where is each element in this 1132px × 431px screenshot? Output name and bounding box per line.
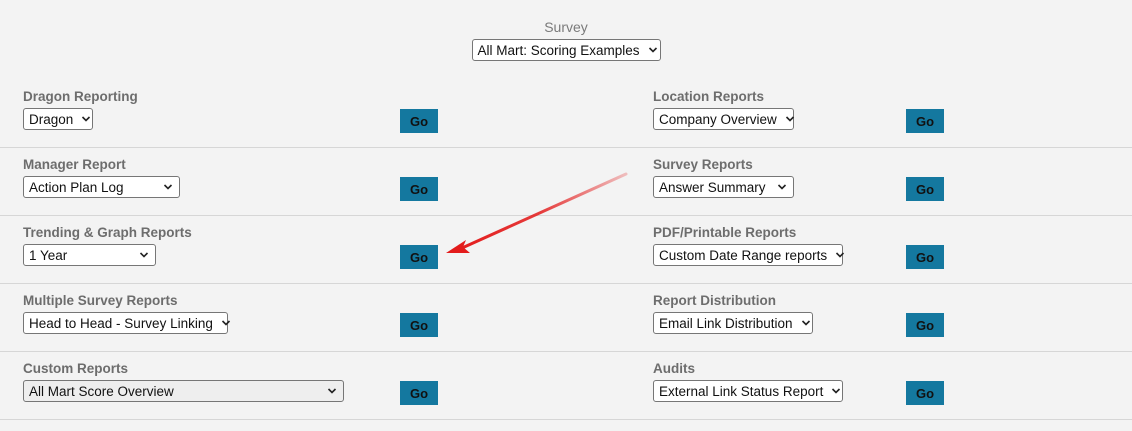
survey-reports-select[interactable]: Answer Summary <box>653 176 794 198</box>
manager-report-select[interactable]: Action Plan Log <box>23 176 180 198</box>
survey-reports-select-value: Answer Summary <box>659 179 766 195</box>
trending-graph-reports-go-button[interactable]: Go <box>400 245 438 269</box>
audits-select-value: External Link Status Report <box>659 383 824 399</box>
survey-header: Survey All Mart: Scoring Examples <box>0 19 1132 61</box>
chevron-down-icon <box>648 45 658 55</box>
manager-report-label: Manager Report <box>23 157 126 172</box>
dragon-reporting-group: Dragon Reporting Dragon <box>23 80 138 130</box>
multiple-survey-reports-group: Multiple Survey Reports Head to Head - S… <box>23 284 231 334</box>
pdf-printable-reports-select[interactable]: Custom Date Range reports <box>653 244 845 266</box>
multiple-survey-reports-go-button[interactable]: Go <box>400 313 438 337</box>
multiple-survey-reports-select-value: Head to Head - Survey Linking <box>29 315 213 331</box>
report-row-manager-survey: Manager Report Action Plan Log Go Survey… <box>0 148 1132 216</box>
custom-reports-go-button[interactable]: Go <box>400 381 438 405</box>
multiple-survey-reports-select[interactable]: Head to Head - Survey Linking <box>23 312 231 334</box>
location-reports-group: Location Reports Company Overview <box>653 80 794 130</box>
audits-select[interactable]: External Link Status Report <box>653 380 843 402</box>
chevron-down-icon <box>801 318 811 328</box>
dragon-reporting-select-value: Dragon <box>29 111 74 127</box>
survey-reports-group: Survey Reports Answer Summary <box>653 148 794 198</box>
report-distribution-go-button[interactable]: Go <box>906 313 944 337</box>
trending-graph-reports-group: Trending & Graph Reports 1 Year <box>23 216 192 266</box>
custom-reports-label: Custom Reports <box>23 361 129 376</box>
manager-report-go-button[interactable]: Go <box>400 177 438 201</box>
survey-select-value: All Mart: Scoring Examples <box>477 42 640 58</box>
audits-go-button[interactable]: Go <box>906 381 944 405</box>
chevron-down-icon <box>221 318 231 328</box>
report-row-custom-audits: Custom Reports All Mart Score Overview G… <box>0 352 1132 420</box>
survey-reports-go-button[interactable]: Go <box>906 177 944 201</box>
chevron-down-icon <box>327 386 337 396</box>
chevron-down-icon <box>139 250 149 260</box>
report-distribution-group: Report Distribution Email Link Distribut… <box>653 284 813 334</box>
manager-report-group: Manager Report Action Plan Log <box>23 148 180 198</box>
location-reports-select-value: Company Overview <box>659 111 777 127</box>
pdf-printable-reports-label: PDF/Printable Reports <box>653 225 797 240</box>
location-reports-select[interactable]: Company Overview <box>653 108 794 130</box>
pdf-printable-reports-go-button[interactable]: Go <box>906 245 944 269</box>
custom-reports-select-value: All Mart Score Overview <box>29 383 174 399</box>
dragon-reporting-select[interactable]: Dragon <box>23 108 93 130</box>
custom-reports-select[interactable]: All Mart Score Overview <box>23 380 344 402</box>
report-distribution-label: Report Distribution <box>653 293 776 308</box>
trending-graph-reports-label: Trending & Graph Reports <box>23 225 192 240</box>
trending-graph-reports-select-value: 1 Year <box>29 247 68 263</box>
pdf-printable-reports-select-value: Custom Date Range reports <box>659 247 828 263</box>
chevron-down-icon <box>785 114 795 124</box>
chevron-down-icon <box>835 250 845 260</box>
chevron-down-icon <box>777 182 787 192</box>
audits-group: Audits External Link Status Report <box>653 352 843 402</box>
location-reports-go-button[interactable]: Go <box>906 109 944 133</box>
chevron-down-icon <box>163 182 173 192</box>
pdf-printable-reports-group: PDF/Printable Reports Custom Date Range … <box>653 216 845 266</box>
chevron-down-icon <box>831 386 841 396</box>
multiple-survey-reports-label: Multiple Survey Reports <box>23 293 178 308</box>
report-row-dragon-location: Dragon Reporting Dragon Go Location Repo… <box>0 80 1132 148</box>
survey-select[interactable]: All Mart: Scoring Examples <box>471 39 661 61</box>
trending-graph-reports-select[interactable]: 1 Year <box>23 244 156 266</box>
report-distribution-select-value: Email Link Distribution <box>659 315 793 331</box>
manager-report-select-value: Action Plan Log <box>29 179 124 195</box>
audits-label: Audits <box>653 361 695 376</box>
dragon-reporting-label: Dragon Reporting <box>23 89 138 104</box>
chevron-down-icon <box>81 114 91 124</box>
custom-reports-group: Custom Reports All Mart Score Overview <box>23 352 344 402</box>
report-distribution-select[interactable]: Email Link Distribution <box>653 312 813 334</box>
report-row-trending-pdf: Trending & Graph Reports 1 Year Go PDF/P… <box>0 216 1132 284</box>
survey-label: Survey <box>544 19 588 35</box>
dragon-reporting-go-button[interactable]: Go <box>400 109 438 133</box>
report-row-multiple-distribution: Multiple Survey Reports Head to Head - S… <box>0 284 1132 352</box>
location-reports-label: Location Reports <box>653 89 765 104</box>
survey-reports-label: Survey Reports <box>653 157 753 172</box>
